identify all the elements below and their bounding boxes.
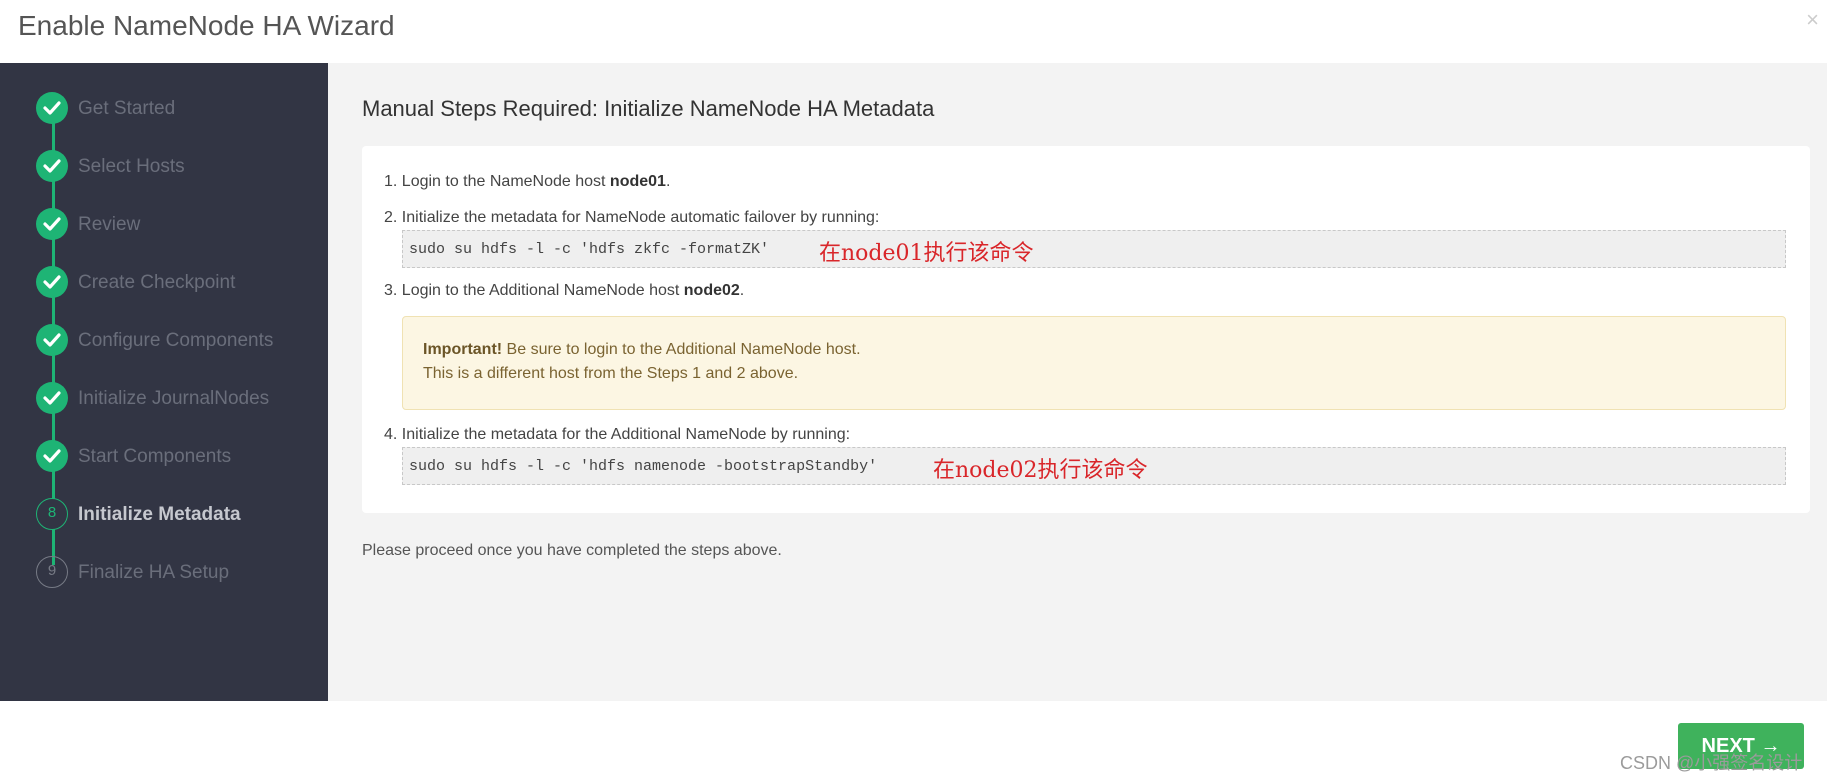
step-number: 8: [47, 504, 57, 521]
step-label: Initialize Metadata: [78, 504, 241, 525]
command-block-1[interactable]: sudo su hdfs -l -c 'hdfs zkfc -formatZK'…: [402, 230, 1786, 268]
wizard-steps-sidebar: Get Started Select Hosts Review Create C…: [0, 63, 328, 701]
check-icon: [36, 324, 68, 356]
alert-line-1: Important! Be sure to login to the Addit…: [423, 341, 861, 359]
step-label: Review: [78, 214, 141, 235]
alert-text: Be sure to login to the Additional NameN…: [502, 341, 861, 358]
watermark: CSDN @小强签名设计: [1620, 753, 1803, 773]
step-number: 9: [47, 562, 57, 579]
check-icon: [36, 150, 68, 182]
modal-title: Enable NameNode HA Wizard: [18, 10, 395, 41]
instruction-step-4: 4. Initialize the metadata for the Addit…: [384, 426, 851, 443]
step-label: Start Components: [78, 446, 232, 467]
check-icon: [36, 382, 68, 414]
instruction-step-3: 3. Login to the Additional NameNode host…: [384, 282, 744, 300]
step-finalize-ha-setup[interactable]: 9 Finalize HA Setup: [36, 556, 326, 590]
modal-footer: NEXT → CSDN @小强签名设计: [0, 701, 1827, 779]
check-icon: [36, 208, 68, 240]
step-label: Finalize HA Setup: [78, 562, 230, 583]
proceed-message: Please proceed once you have completed t…: [362, 542, 782, 559]
alert-line-2: This is a different host from the Steps …: [423, 365, 799, 382]
check-icon: [36, 92, 68, 124]
step-select-hosts[interactable]: Select Hosts: [36, 150, 326, 184]
instructions-card: 1. Login to the NameNode host node01. 2.…: [362, 146, 1810, 513]
step-initialize-metadata[interactable]: 8 Initialize Metadata: [36, 498, 326, 532]
step-initialize-journalnodes[interactable]: Initialize JournalNodes: [36, 382, 326, 416]
check-icon: [36, 266, 68, 298]
step-label: Initialize JournalNodes: [78, 388, 270, 409]
step-create-checkpoint[interactable]: Create Checkpoint: [36, 266, 326, 300]
host-name: node02: [683, 282, 740, 299]
command-text[interactable]: sudo su hdfs -l -c 'hdfs zkfc -formatZK': [409, 241, 769, 258]
step-text: 1. Login to the NameNode host: [384, 173, 610, 190]
step-text: 3. Login to the Additional NameNode host: [384, 282, 684, 299]
alert-strong: Important!: [423, 341, 503, 358]
step-suffix: .: [665, 173, 671, 190]
instruction-step-2: 2. Initialize the metadata for NameNode …: [384, 209, 880, 226]
page-title: Manual Steps Required: Initialize NameNo…: [362, 96, 935, 121]
annotation-note: 在node02执行该命令: [933, 458, 1148, 483]
step-start-components[interactable]: Start Components: [36, 440, 326, 474]
step-suffix: .: [739, 282, 745, 299]
step-label: Create Checkpoint: [78, 272, 236, 293]
check-icon: [36, 440, 68, 472]
important-alert: Important! Be sure to login to the Addit…: [402, 316, 1786, 410]
step-get-started[interactable]: Get Started: [36, 92, 326, 126]
command-block-2[interactable]: sudo su hdfs -l -c 'hdfs namenode -boots…: [402, 447, 1786, 485]
step-label: Configure Components: [78, 330, 274, 351]
step-label: Select Hosts: [78, 156, 185, 177]
step-label: Get Started: [78, 98, 176, 119]
main-content: Manual Steps Required: Initialize NameNo…: [328, 63, 1827, 701]
step-review[interactable]: Review: [36, 208, 326, 242]
host-name: node01: [609, 173, 666, 190]
annotation-note: 在node01执行该命令: [819, 241, 1034, 266]
command-text[interactable]: sudo su hdfs -l -c 'hdfs namenode -boots…: [409, 458, 877, 475]
step-configure-components[interactable]: Configure Components: [36, 324, 326, 358]
close-button[interactable]: ×: [1806, 6, 1819, 34]
instruction-step-1: 1. Login to the NameNode host node01.: [384, 173, 670, 191]
modal-header: Enable NameNode HA Wizard ×: [0, 0, 1827, 63]
